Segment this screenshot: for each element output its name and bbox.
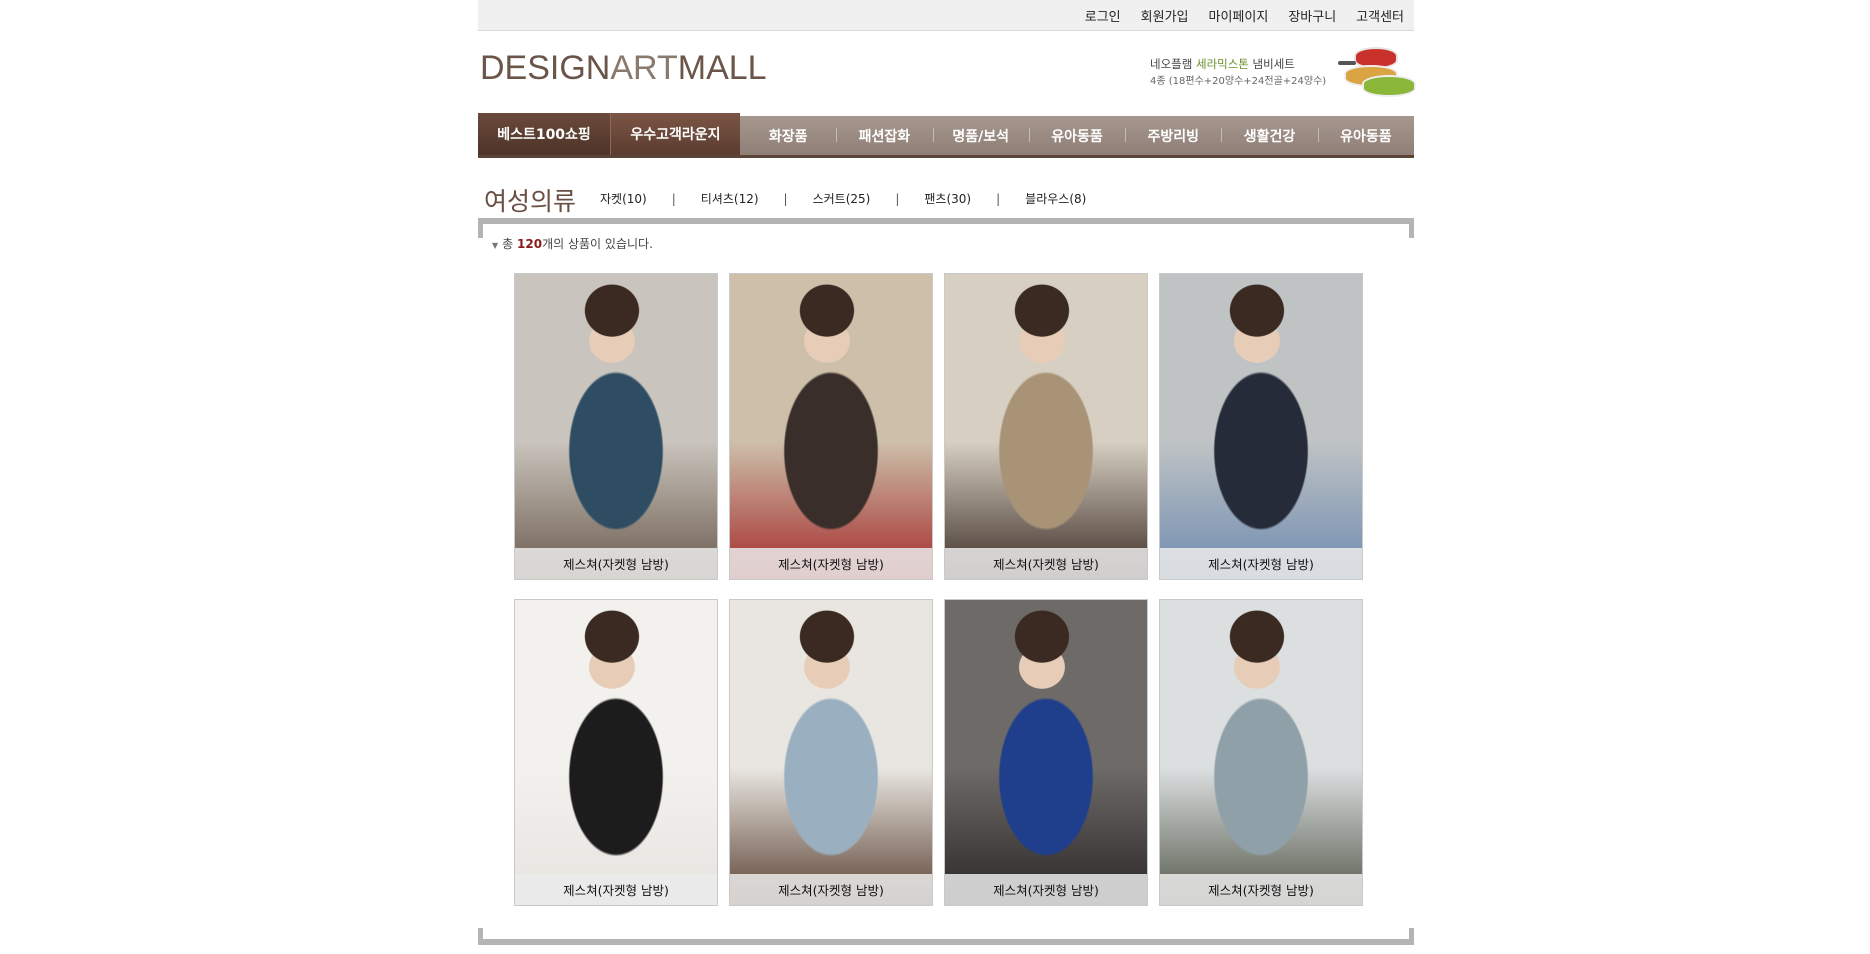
main-nav: 베스트100쇼핑 우수고객라운지 화장품 패션잡화 명품/보석 유아동품 주방리… xyxy=(478,113,1414,158)
product-photo[interactable] xyxy=(515,600,717,905)
product-photo[interactable] xyxy=(730,274,932,579)
product-photo[interactable] xyxy=(730,600,932,905)
product-card[interactable]: 제스쳐(자켓형 남방) xyxy=(1159,273,1363,580)
site-logo[interactable]: DESIGNARTMALL xyxy=(480,49,767,88)
page-wrapper: 로그인 회원가입 마이페이지 장바구니 고객센터 DESIGNARTMALL 네… xyxy=(478,0,1417,945)
separator: | xyxy=(996,191,1001,206)
promo-highlight: 세라믹스톤 xyxy=(1195,57,1249,71)
nav-kids[interactable]: 유아동품 xyxy=(1028,126,1125,146)
subcat-tshirt[interactable]: 티셔츠(12) xyxy=(701,190,759,207)
count-suffix: 개의 상품이 있습니다. xyxy=(542,237,653,251)
product-card[interactable]: 제스쳐(자켓형 남방) xyxy=(514,599,718,906)
site-header: DESIGNARTMALL 네오플램 세라믹스톤 냄비세트 4종 (18편수+2… xyxy=(478,31,1417,116)
promo-line1: 네오플램 세라믹스톤 냄비세트 xyxy=(1150,56,1326,73)
login-link[interactable]: 로그인 xyxy=(1085,6,1121,25)
nav-category-items: 화장품 패션잡화 명품/보석 유아동품 주방리빙 생활건강 유아동품 xyxy=(740,116,1414,155)
product-name[interactable]: 제스쳐(자켓형 남방) xyxy=(945,874,1147,905)
bullet-arrow-icon: ▼ xyxy=(492,241,499,250)
top-utility-bar: 로그인 회원가입 마이페이지 장바구니 고객센터 xyxy=(478,0,1414,31)
separator: | xyxy=(671,191,676,206)
nav-best100[interactable]: 베스트100쇼핑 xyxy=(478,113,610,155)
product-name[interactable]: 제스쳐(자켓형 남방) xyxy=(730,874,932,905)
count-prefix: 총 xyxy=(502,237,518,251)
nav-kitchen-living[interactable]: 주방리빙 xyxy=(1125,126,1221,146)
product-grid: 제스쳐(자켓형 남방) 제스쳐(자켓형 남방) 제스쳐(자켓형 남방) 제스쳐(… xyxy=(514,273,1364,906)
subcat-pants[interactable]: 팬츠(30) xyxy=(924,190,971,207)
promo-brand: 네오플램 xyxy=(1150,57,1196,71)
nav-lead-tabs: 베스트100쇼핑 우수고객라운지 xyxy=(478,113,740,155)
customer-center-link[interactable]: 고객센터 xyxy=(1356,6,1404,25)
product-name[interactable]: 제스쳐(자켓형 남방) xyxy=(515,874,717,905)
subcat-jacket[interactable]: 자켓(10) xyxy=(600,190,647,207)
mypage-link[interactable]: 마이페이지 xyxy=(1209,6,1269,25)
top-links: 로그인 회원가입 마이페이지 장바구니 고객센터 xyxy=(1065,0,1404,31)
product-name[interactable]: 제스쳐(자켓형 남방) xyxy=(515,548,717,579)
product-name[interactable]: 제스쳐(자켓형 남방) xyxy=(945,548,1147,579)
subcat-skirt[interactable]: 스커트(25) xyxy=(813,190,871,207)
promo-text: 네오플램 세라믹스톤 냄비세트 4종 (18편수+20양수+24전골+24양수) xyxy=(1150,56,1326,90)
subcategory-list: 자켓(10) | 티셔츠(12) | 스커트(25) | 팬츠(30) | 블라… xyxy=(600,190,1086,207)
product-name[interactable]: 제스쳐(자켓형 남방) xyxy=(730,548,932,579)
nav-kids-2[interactable]: 유아동품 xyxy=(1317,126,1414,146)
category-title: 여성의류 xyxy=(484,187,577,216)
product-photo[interactable] xyxy=(945,600,1147,905)
nav-luxury-jewelry[interactable]: 명품/보석 xyxy=(932,126,1029,146)
nav-vip-lounge[interactable]: 우수고객라운지 xyxy=(610,113,740,155)
promo-line2: 4종 (18편수+20양수+24전골+24양수) xyxy=(1150,76,1327,87)
nav-fashion-goods[interactable]: 패션잡화 xyxy=(836,126,932,146)
signup-link[interactable]: 회원가입 xyxy=(1141,6,1189,25)
promo-banner[interactable]: 네오플램 세라믹스톤 냄비세트 4종 (18편수+20양수+24전골+24양수) xyxy=(1150,43,1417,103)
logo-part-design: DESIGN xyxy=(480,49,611,87)
nav-health[interactable]: 생활건강 xyxy=(1221,126,1317,146)
product-name[interactable]: 제스쳐(자켓형 남방) xyxy=(1160,874,1362,905)
promo-product: 냄비세트 xyxy=(1248,57,1295,71)
product-card[interactable]: 제스쳐(자켓형 남방) xyxy=(944,273,1148,580)
product-card[interactable]: 제스쳐(자켓형 남방) xyxy=(514,273,718,580)
cookware-image xyxy=(1336,45,1417,101)
product-photo[interactable] xyxy=(945,274,1147,579)
logo-part-mall: MALL xyxy=(677,49,767,87)
logo-part-art: ART xyxy=(610,49,678,87)
product-name[interactable]: 제스쳐(자켓형 남방) xyxy=(1160,548,1362,579)
cart-link[interactable]: 장바구니 xyxy=(1288,6,1336,25)
subcat-blouse[interactable]: 블라우스(8) xyxy=(1025,190,1086,207)
product-photo[interactable] xyxy=(1160,600,1362,905)
product-photo[interactable] xyxy=(1160,274,1362,579)
separator: | xyxy=(783,191,788,206)
product-card[interactable]: 제스쳐(자켓형 남방) xyxy=(1159,599,1363,906)
count-number: 120 xyxy=(517,237,543,251)
product-count: ▼ 총 120개의 상품이 있습니다. xyxy=(492,235,653,252)
product-card[interactable]: 제스쳐(자켓형 남방) xyxy=(944,599,1148,906)
nav-cosmetics[interactable]: 화장품 xyxy=(740,126,836,146)
product-card[interactable]: 제스쳐(자켓형 남방) xyxy=(729,599,933,906)
list-frame-bottom xyxy=(478,928,1414,945)
category-bar: 여성의류 자켓(10) | 티셔츠(12) | 스커트(25) | 팬츠(30)… xyxy=(478,178,1414,218)
separator: | xyxy=(895,191,900,206)
product-photo[interactable] xyxy=(515,274,717,579)
product-card[interactable]: 제스쳐(자켓형 남방) xyxy=(729,273,933,580)
